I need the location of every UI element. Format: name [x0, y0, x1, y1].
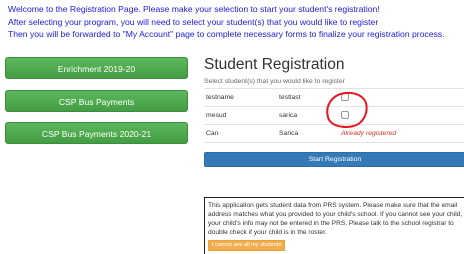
program-button-enrichment-2019-20[interactable]: Enrichment 2019-20 [5, 57, 188, 79]
intro-line-3: Then you will be forwarded to "My Accoun… [8, 29, 445, 40]
student-first-name: mesud [206, 112, 227, 119]
intro-line-1: Welcome to the Registration Page. Please… [8, 4, 380, 14]
cannot-see-students-button[interactable]: I cannot see all my students [208, 240, 286, 252]
student-last-name: testlast [279, 94, 301, 101]
registration-page: Welcome to the Registration Page. Please… [0, 0, 464, 254]
registration-instructions: Select student(s) that you would like to… [204, 78, 345, 85]
prs-notice-box: This application gets student data from … [204, 197, 464, 254]
table-row: mesud sarica [204, 106, 464, 124]
table-row: testname testlast [204, 88, 464, 106]
student-last-name: sarica [279, 112, 298, 119]
page-title: Student Registration [204, 56, 345, 73]
intro-message: Welcome to the Registration Page. Please… [8, 3, 464, 41]
intro-line-2: After selecting your program, you will n… [8, 16, 379, 27]
student-first-name: testname [206, 94, 234, 101]
already-registered-status: Already registered [341, 130, 397, 137]
prs-notice-text: This application gets student data from … [208, 202, 463, 237]
start-registration-button[interactable]: Start Registration [204, 152, 464, 167]
program-button-csp-bus-payments-2020-21[interactable]: CSP Bus Payments 2020-21 [5, 122, 188, 144]
student-first-name: Can [206, 130, 219, 137]
student-table: testname testlast mesud sarica Can Saric… [204, 88, 464, 143]
table-row: Can Sarica Already registered [204, 124, 464, 143]
student-last-name: Sarica [279, 130, 299, 137]
student-select-checkbox[interactable] [341, 111, 349, 119]
program-button-csp-bus-payments[interactable]: CSP Bus Payments [5, 90, 188, 112]
student-select-checkbox[interactable] [341, 93, 349, 101]
